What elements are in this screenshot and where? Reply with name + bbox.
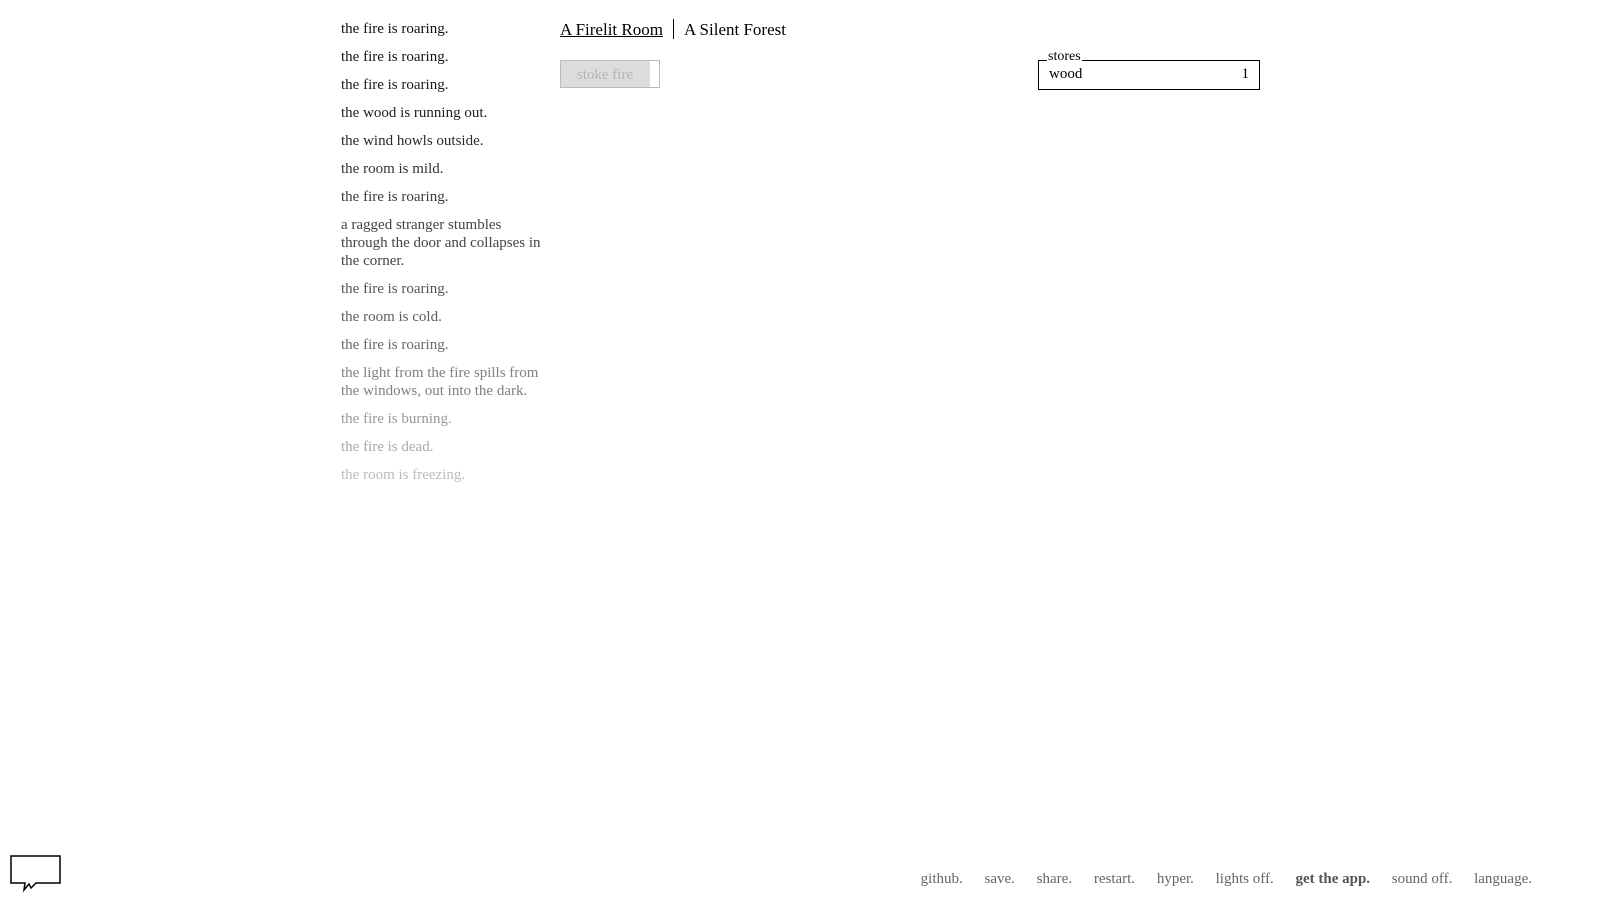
speech-bubble-icon[interactable] <box>10 855 62 895</box>
footer-link-save[interactable]: save. <box>985 871 1015 888</box>
notification: the wood is running out. <box>341 105 488 121</box>
notification: the fire is roaring. <box>341 189 449 205</box>
location-divider <box>672 19 674 39</box>
stores-legend: stores <box>1047 49 1082 65</box>
footer-menu: github. save. share. restart. hyper. lig… <box>903 871 1532 888</box>
notification: the fire is roaring. <box>341 77 449 93</box>
location-header: A Firelit Room A Silent Forest <box>560 19 786 40</box>
notification: the room is cold. <box>341 309 442 325</box>
notification: the fire is roaring. <box>341 49 449 65</box>
footer-link-sound-off[interactable]: sound off. <box>1392 871 1453 888</box>
notification: the fire is dead. <box>341 439 434 455</box>
footer-link-github[interactable]: github. <box>921 871 963 888</box>
notification: the fire is burning. <box>341 411 452 427</box>
footer-link-language[interactable]: language. <box>1474 871 1532 888</box>
store-name: wood <box>1049 66 1083 82</box>
location-tab-silent-forest[interactable]: A Silent Forest <box>684 20 786 40</box>
notification: the wind howls outside. <box>341 133 484 149</box>
notification: a ragged stranger stumbles through the d… <box>341 217 541 269</box>
notification: the fire is roaring. <box>341 21 449 37</box>
notification: the fire is roaring. <box>341 281 449 297</box>
footer-link-share[interactable]: share. <box>1037 871 1072 888</box>
stoke-fire-label: stoke fire <box>576 67 634 83</box>
notification: the light from the fire spills from the … <box>341 365 539 399</box>
notification: the room is freezing. <box>341 467 466 483</box>
footer-link-lights-off[interactable]: lights off. <box>1216 871 1274 888</box>
stores-panel: stores wood 1 <box>1038 49 1260 90</box>
notification-log: the fire is roaring. the fire is roaring… <box>341 20 546 494</box>
notification: the room is mild. <box>341 161 444 177</box>
footer-link-restart[interactable]: restart. <box>1094 871 1135 888</box>
location-tab-firelit-room[interactable]: A Firelit Room <box>560 20 663 40</box>
footer-link-hyper[interactable]: hyper. <box>1157 871 1194 888</box>
store-row-wood: wood 1 <box>1049 66 1249 83</box>
stoke-fire-button[interactable]: stoke fire <box>560 60 660 88</box>
store-value: 1 <box>1241 66 1250 82</box>
notification: the fire is roaring. <box>341 337 449 353</box>
footer-link-get-the-app[interactable]: get the app. <box>1295 871 1370 888</box>
